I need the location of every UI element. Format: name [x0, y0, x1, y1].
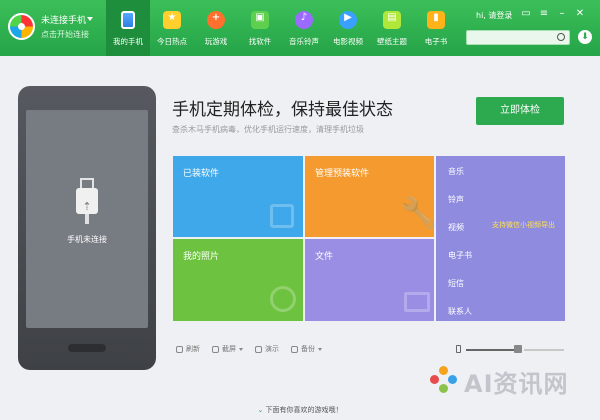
- nav-label: 音乐铃声: [289, 37, 319, 46]
- check-now-button[interactable]: 立即体检: [476, 97, 564, 125]
- site-watermark: AI资讯网: [430, 360, 580, 400]
- nav-video[interactable]: ▶ 电影视频: [326, 0, 370, 56]
- wrench-watermark-icon: 🔧: [400, 196, 438, 231]
- backup-button[interactable]: 备份: [291, 344, 322, 354]
- slider-track[interactable]: [524, 349, 564, 351]
- android-icon: ▣: [251, 11, 269, 29]
- main-nav: 我的手机 ★ 今日热点 + 玩游戏 ▣ 找软件 ♪ 音乐铃声 ▶ 电影视频 ▤ …: [106, 0, 458, 56]
- list-item-ringtone[interactable]: 铃声: [448, 194, 472, 222]
- tile-label: 我的照片: [183, 252, 220, 262]
- nav-games[interactable]: + 玩游戏: [194, 0, 238, 56]
- phone-status-label: 手机未连接: [67, 235, 107, 244]
- slider-knob[interactable]: [514, 345, 522, 353]
- list-item-ebook[interactable]: 电子书: [448, 250, 472, 278]
- message-icon[interactable]: ▭: [520, 8, 532, 20]
- refresh-button[interactable]: 刷新: [176, 344, 200, 354]
- nav-today-hot[interactable]: ★ 今日热点: [150, 0, 194, 56]
- close-icon[interactable]: ✕: [574, 8, 586, 20]
- menu-icon[interactable]: ≡: [538, 8, 550, 20]
- slider-track[interactable]: [466, 349, 516, 351]
- book-icon: ▮: [427, 11, 445, 29]
- login-link[interactable]: hi, 请登录: [476, 10, 512, 21]
- list-item-video[interactable]: 视频: [448, 222, 472, 250]
- wechat-video-note[interactable]: 支持微信小视频导出: [492, 220, 555, 230]
- page-subtitle: 查杀木马手机病毒，优化手机运行速度，清理手机垃圾: [172, 125, 364, 134]
- connection-dropdown-icon[interactable]: [87, 17, 93, 21]
- search-input[interactable]: [467, 37, 551, 50]
- media-list: 音乐 铃声 视频 电子书 短信 联系人: [448, 166, 472, 321]
- nav-my-phone[interactable]: 我的手机: [106, 0, 150, 56]
- screenshot-icon: [212, 345, 219, 353]
- nav-label: 电子书: [424, 37, 448, 46]
- chevrons-down-icon: ⌄: [257, 406, 264, 414]
- more-games-label: 下面有你喜欢的游戏哦！: [265, 406, 343, 414]
- nav-label: 玩游戏: [204, 37, 228, 46]
- nav-wallpaper[interactable]: ▤ 壁纸主题: [370, 0, 414, 56]
- search-icon[interactable]: [557, 33, 565, 41]
- refresh-icon: [176, 345, 183, 353]
- app-logo[interactable]: [8, 13, 35, 40]
- chevron-down-icon[interactable]: [318, 347, 322, 351]
- top-bar: 未连接手机 点击开始连接 我的手机 ★ 今日热点 + 玩游戏 ▣ 找软件 ♪ 音…: [0, 0, 600, 56]
- more-games-link[interactable]: ⌄ 下面有你喜欢的游戏哦！: [0, 405, 600, 415]
- nav-ebook[interactable]: ▮ 电子书: [414, 0, 458, 56]
- cloud-icon: [291, 345, 298, 353]
- phone-icon: [121, 11, 135, 29]
- phone-home-button: [68, 344, 106, 352]
- watermark-logo: [430, 366, 458, 394]
- nav-label: 今日热点: [157, 37, 187, 46]
- hot-icon: ★: [163, 11, 181, 29]
- download-icon[interactable]: ⬇: [578, 30, 592, 44]
- view-size-slider[interactable]: [456, 345, 566, 355]
- watermark-text: AI资讯网: [464, 370, 569, 398]
- nav-label: 我的手机: [113, 37, 143, 46]
- list-item-music[interactable]: 音乐: [448, 166, 472, 194]
- search-box: [466, 30, 570, 50]
- phone-illustration: ⇡ 手机未连接: [18, 86, 156, 370]
- chevron-down-icon[interactable]: [239, 347, 243, 351]
- present-button[interactable]: 演示: [255, 344, 279, 354]
- list-item-sms[interactable]: 短信: [448, 278, 472, 306]
- nav-apps[interactable]: ▣ 找软件: [238, 0, 282, 56]
- bottom-toolbar: 刷新 截屏 演示 备份: [176, 344, 322, 354]
- nav-label: 电影视频: [333, 37, 363, 46]
- usb-icon: ⇡: [75, 178, 99, 224]
- tile-label: 管理预装软件: [315, 169, 370, 179]
- folder-watermark-icon: [404, 292, 430, 312]
- music-icon: ♪: [295, 11, 313, 29]
- nav-music[interactable]: ♪ 音乐铃声: [282, 0, 326, 56]
- tile-label: 已装软件: [183, 169, 220, 179]
- small-phone-icon: [456, 345, 461, 353]
- photo-watermark-icon: [270, 286, 296, 312]
- wallpaper-icon: ▤: [383, 11, 401, 29]
- toolbar-label: 演示: [265, 345, 279, 353]
- connection-title[interactable]: 未连接手机: [41, 15, 89, 28]
- minimize-icon[interactable]: –: [556, 8, 568, 20]
- tile-media-list: 音乐 铃声 视频 电子书 短信 联系人 支持微信小视频导出: [436, 156, 565, 321]
- window-controls: ▭ ≡ – ✕: [520, 8, 586, 20]
- present-icon: [255, 345, 262, 353]
- toolbar-label: 截屏: [222, 345, 236, 353]
- apps-watermark-icon: [270, 204, 294, 228]
- connection-status[interactable]: 未连接手机 点击开始连接: [41, 15, 89, 41]
- screenshot-button[interactable]: 截屏: [212, 344, 243, 354]
- list-item-contacts[interactable]: 联系人: [448, 306, 472, 321]
- tile-label: 文件: [315, 252, 334, 262]
- nav-label: 找软件: [248, 37, 272, 46]
- play-icon: ▶: [339, 11, 357, 29]
- gamepad-icon: +: [207, 11, 225, 29]
- toolbar-label: 备份: [301, 345, 315, 353]
- nav-label: 壁纸主题: [377, 37, 407, 46]
- page-title: 手机定期体检，保持最佳状态: [172, 100, 393, 120]
- toolbar-label: 刷新: [186, 345, 200, 353]
- connection-subtitle[interactable]: 点击开始连接: [41, 28, 89, 41]
